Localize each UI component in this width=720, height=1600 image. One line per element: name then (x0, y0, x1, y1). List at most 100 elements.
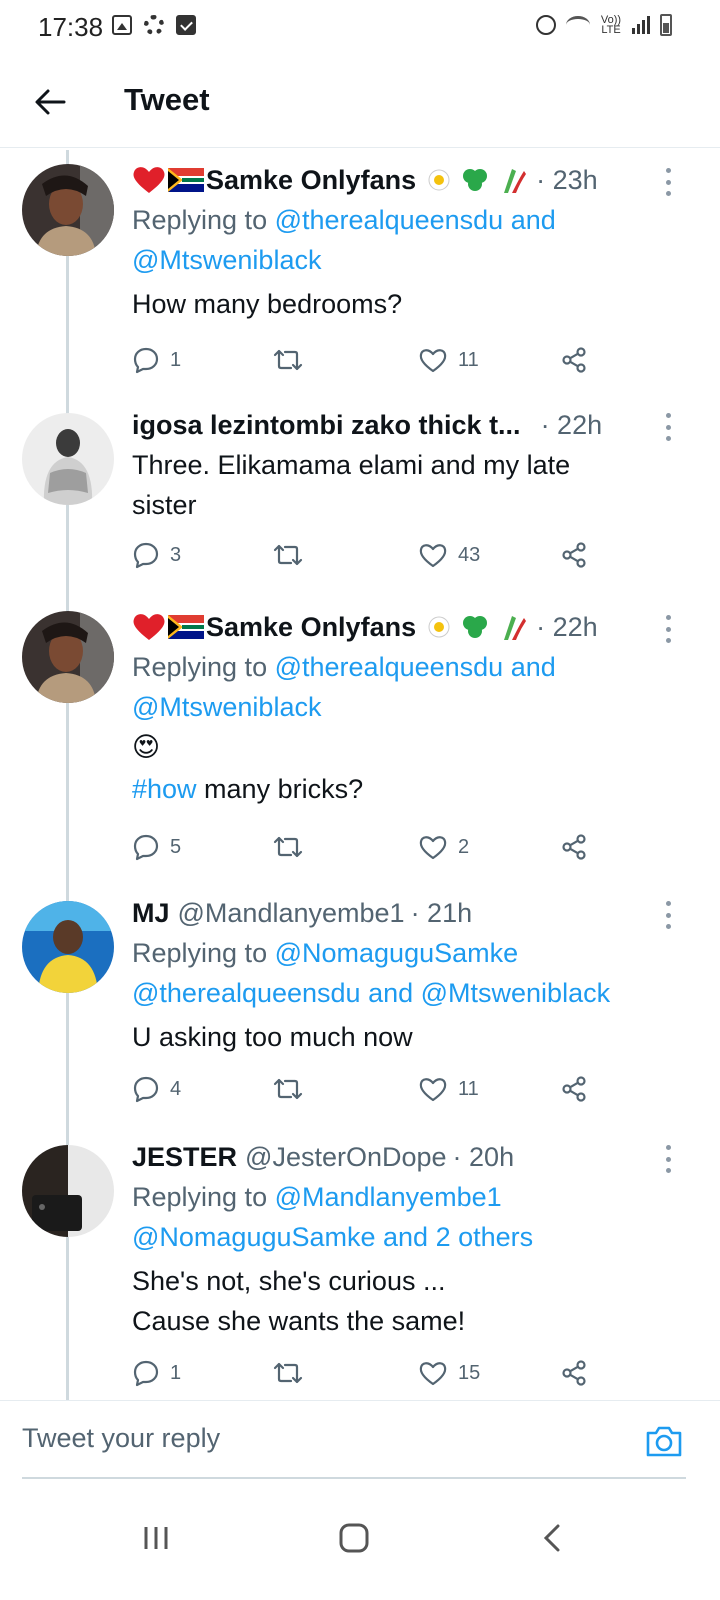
retweet-button[interactable] (272, 827, 314, 867)
likes-count: 15 (458, 1361, 481, 1384)
task-notification-icon (176, 15, 196, 35)
retweet-icon (272, 1075, 304, 1103)
share-icon (560, 1359, 588, 1387)
reply-input[interactable]: Tweet your reply (22, 1423, 220, 1454)
reply-button[interactable]: 4 (132, 1069, 181, 1109)
shamrock-emoji-icon (463, 169, 488, 191)
like-button[interactable]: 43 (418, 535, 480, 575)
retweet-button[interactable] (272, 1353, 314, 1393)
more-options-button[interactable] (664, 168, 672, 196)
name-emoji-icons (132, 612, 204, 642)
more-options-button[interactable] (664, 1145, 672, 1173)
more-options-button[interactable] (664, 615, 672, 643)
reply-divider (22, 1477, 686, 1479)
name-emoji-icons (132, 165, 204, 195)
tweet-text-body: many bricks? (196, 774, 364, 804)
avatar[interactable] (22, 413, 114, 505)
alarm-icon (536, 15, 556, 35)
user-handle[interactable]: @JesterOnDope (245, 1142, 447, 1173)
share-button[interactable] (560, 827, 588, 867)
avatar[interactable] (22, 1145, 114, 1237)
camera-icon (646, 1426, 682, 1457)
status-time: 17:38 (38, 12, 104, 42)
heart-icon (418, 1075, 448, 1103)
mention-link[interactable]: @therealqueensdu and (275, 205, 556, 235)
back-button[interactable] (26, 78, 74, 126)
more-options-button[interactable] (664, 901, 672, 929)
more-options-button[interactable] (664, 413, 672, 441)
reply-button[interactable]: 1 (132, 1353, 181, 1393)
replies-count: 1 (170, 348, 182, 371)
replies-count: 3 (170, 543, 182, 566)
recents-icon (144, 1527, 168, 1549)
tweet-actions: 4 11 (132, 1069, 602, 1109)
heart-icon (418, 833, 448, 861)
share-button[interactable] (560, 340, 588, 380)
home-icon (339, 1523, 369, 1553)
volte-icon: Vo)) LTE (600, 14, 622, 36)
mention-link[interactable]: @Mtsweniblack (132, 687, 700, 727)
name-suffix-emoji-icons (426, 612, 528, 642)
reply-button[interactable]: 3 (132, 535, 181, 575)
replying-to: Replying to @Mandlanyembe1 (132, 1177, 700, 1217)
like-button[interactable]: 2 (418, 827, 469, 867)
like-button[interactable]: 11 (418, 1069, 479, 1109)
likes-count: 11 (458, 1077, 479, 1100)
user-handle[interactable]: @Mandlanyembe1 (178, 898, 405, 929)
display-name[interactable]: JESTER (132, 1142, 237, 1173)
reply-button[interactable]: 1 (132, 340, 181, 380)
system-nav-bar (0, 1480, 720, 1600)
pepper-emoji-icon (504, 169, 527, 193)
share-button[interactable] (560, 1353, 588, 1393)
reply-icon (132, 346, 160, 374)
share-icon (560, 1075, 588, 1103)
like-button[interactable]: 15 (418, 1353, 480, 1393)
tweet-text: She's not, she's curious ... (132, 1266, 446, 1296)
wifi-icon (566, 16, 590, 34)
page-title: Tweet (124, 82, 210, 117)
avatar[interactable] (22, 164, 114, 256)
tweet-actions: 1 11 (132, 340, 602, 380)
heart-icon (418, 541, 448, 569)
reply-icon (132, 1075, 160, 1103)
reply-button[interactable]: 5 (132, 827, 181, 867)
mention-link[interactable]: @therealqueensdu and @Mtsweniblack (132, 973, 700, 1013)
back-nav-button[interactable] (522, 1508, 582, 1568)
mention-link[interactable]: @therealqueensdu and (275, 652, 556, 682)
display-name[interactable]: Samke Onlyfans (206, 612, 416, 643)
retweet-icon (272, 833, 304, 861)
tweet-text: #how many bricks? (132, 769, 700, 809)
tweet-text: U asking too much now (132, 1022, 413, 1052)
recents-button[interactable] (126, 1508, 186, 1568)
home-button[interactable] (324, 1508, 384, 1568)
gallery-notification-icon (112, 15, 132, 35)
mention-link[interactable]: @NomaguguSamke and 2 others (132, 1217, 700, 1257)
avatar[interactable] (22, 901, 114, 993)
mention-link[interactable]: @NomaguguSamke (275, 938, 519, 968)
status-bar: 17:38 Vo)) LTE (0, 0, 720, 52)
camera-button[interactable] (644, 1423, 684, 1459)
retweet-icon (272, 346, 304, 374)
avatar[interactable] (22, 611, 114, 703)
display-name[interactable]: Samke Onlyfans (206, 165, 416, 196)
retweet-button[interactable] (272, 1069, 314, 1109)
mention-link[interactable]: @Mtsweniblack (132, 240, 700, 280)
heart-icon (418, 346, 448, 374)
replying-to: Replying to @NomaguguSamke (132, 933, 700, 973)
share-button[interactable] (560, 1069, 588, 1109)
like-button[interactable]: 11 (418, 340, 479, 380)
tweet-actions: 1 15 (132, 1353, 602, 1393)
display-name[interactable]: igosa lezintombi zako thick t... (132, 410, 521, 441)
flower-emoji-icon (428, 169, 450, 191)
reply-icon (132, 1359, 160, 1387)
retweet-button[interactable] (272, 535, 314, 575)
tweet-actions: 3 43 (132, 535, 602, 575)
hashtag-link[interactable]: #how (132, 774, 197, 804)
tweet-time: · 22h (536, 611, 598, 642)
retweet-button[interactable] (272, 340, 314, 380)
share-button[interactable] (560, 535, 588, 575)
display-name[interactable]: MJ (132, 898, 170, 929)
heart-emoji-icon (133, 167, 165, 193)
mention-link[interactable]: @Mandlanyembe1 (275, 1182, 502, 1212)
tweet-actions: 52 (132, 827, 602, 867)
